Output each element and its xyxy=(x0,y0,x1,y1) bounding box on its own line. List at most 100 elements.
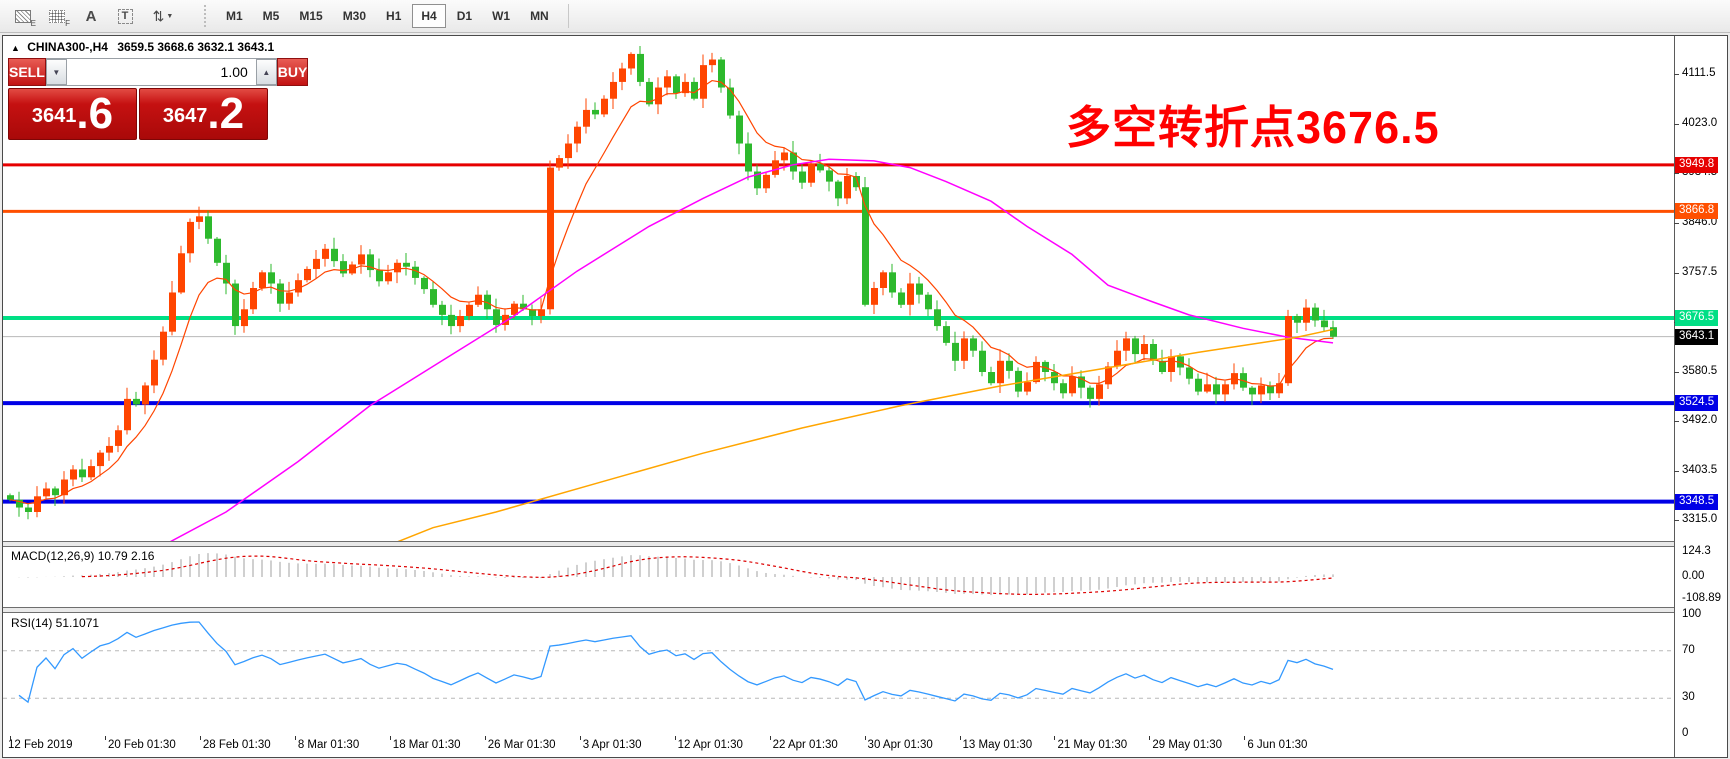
toolbar-separator xyxy=(567,4,569,28)
timeframe-button-m1[interactable]: M1 xyxy=(217,4,252,28)
symbol-name: CHINA300-,H4 xyxy=(27,40,108,54)
date-tick-label: 28 Feb 01:30 xyxy=(202,739,271,751)
date-tick-mark xyxy=(769,736,771,740)
icon-sub-label: E xyxy=(30,19,36,28)
mid-ma-line xyxy=(170,158,1334,541)
symbol-header: ▲ CHINA300-,H4 3659.5 3668.6 3632.1 3643… xyxy=(11,40,274,54)
one-click-collapse-icon[interactable]: ▲ xyxy=(11,43,20,53)
date-tick-mark xyxy=(674,736,676,740)
buy-price-main: 3647 xyxy=(162,105,208,127)
date-tick-label: 21 May 01:30 xyxy=(1057,739,1128,751)
price-tick-label: 4111.5 xyxy=(1682,67,1716,80)
macd-panel-canvas[interactable] xyxy=(3,547,1674,607)
label-a-tool-icon[interactable]: A xyxy=(78,5,104,27)
rsi-indicator-label: RSI(14) 51.1071 xyxy=(11,616,100,630)
level-price-label: 3949.8 xyxy=(1675,156,1719,173)
sell-price-box[interactable]: 3641 .6 xyxy=(8,88,137,140)
buy-price-pip: .2 xyxy=(207,89,245,138)
macd-indicator-label: MACD(12,26,9) 10.79 2.16 xyxy=(11,549,155,563)
timeframe-button-w1[interactable]: W1 xyxy=(483,4,519,28)
current-price-label: 3643.1 xyxy=(1675,328,1719,345)
date-tick-mark xyxy=(294,736,296,740)
date-tick-mark xyxy=(1149,736,1151,740)
timeframe-button-mn[interactable]: MN xyxy=(521,4,558,28)
price-tick-label: 4023.0 xyxy=(1682,116,1718,129)
buy-price-box[interactable]: 3647 .2 xyxy=(139,88,268,140)
price-tick-label: 3934.5 xyxy=(1682,166,1718,179)
rsi-axis-label: 0 xyxy=(1682,727,1689,739)
grid-pattern-f-icon[interactable]: F xyxy=(44,5,70,28)
date-tick-mark xyxy=(199,736,201,740)
date-tick-mark xyxy=(484,736,486,740)
rsi-axis-label: 100 xyxy=(1682,608,1702,620)
date-tick-label: 20 Feb 01:30 xyxy=(107,739,176,751)
date-tick-mark xyxy=(864,736,866,740)
chart-pattern-e-icon[interactable]: E xyxy=(10,5,36,28)
date-tick-label: 3 Apr 01:30 xyxy=(582,739,642,751)
one-click-trading-panel: SELL ▼ ▲ BUY 3641 .6 3647 .2 xyxy=(8,58,309,140)
sell-button[interactable]: SELL xyxy=(8,58,46,86)
timeframe-button-group: M1 M5 M15 M30 H1 H4 D1 W1 MN xyxy=(217,4,560,28)
toolbar-grip[interactable] xyxy=(204,5,209,27)
icon-sub-label: F xyxy=(65,19,70,28)
price-tick-label: 3846.0 xyxy=(1682,216,1718,229)
date-tick-label: 26 Mar 01:30 xyxy=(487,739,556,751)
volume-decrease-button[interactable]: ▼ xyxy=(45,59,67,85)
level-price-label: 3676.5 xyxy=(1675,309,1719,326)
price-tick-label: 3669.0 xyxy=(1682,315,1718,328)
top-toolbar: E F A T ⇅ ▼ M1 M5 M15 M30 H1 H4 D1 W1 MN xyxy=(0,0,1730,33)
rsi-line xyxy=(18,621,1334,704)
timeframe-button-m15[interactable]: M15 xyxy=(290,4,331,28)
date-tick-label: 30 Apr 01:30 xyxy=(867,739,933,751)
macd-axis-label: 124.3 xyxy=(1682,545,1711,558)
price-tick-label: 3315.0 xyxy=(1682,513,1718,526)
timeframe-button-m5[interactable]: M5 xyxy=(254,4,289,28)
date-tick-label: 12 Apr 01:30 xyxy=(677,739,743,751)
level-price-label: 3348.5 xyxy=(1675,493,1719,510)
date-tick-label: 12 Feb 2019 xyxy=(8,739,73,751)
arrows-dropdown-icon[interactable]: ⇅ ▼ xyxy=(146,5,180,27)
date-tick-mark xyxy=(579,736,581,740)
rsi-axis-label: 70 xyxy=(1682,643,1695,656)
timeframe-button-d1[interactable]: D1 xyxy=(448,4,481,28)
up-down-arrows-icon: ⇅ xyxy=(152,7,165,24)
level-price-label: 3866.8 xyxy=(1675,203,1719,220)
date-tick-label: 18 Mar 01:30 xyxy=(392,739,461,751)
volume-input[interactable] xyxy=(66,59,256,85)
volume-increase-button[interactable]: ▲ xyxy=(255,59,277,85)
date-tick-label: 6 Jun 01:30 xyxy=(1247,739,1308,751)
macd-axis-label: 0.00 xyxy=(1682,570,1705,582)
rsi-panel-canvas[interactable] xyxy=(3,613,1674,736)
date-tick-mark xyxy=(389,736,391,740)
text-t-tool-icon[interactable]: T xyxy=(112,5,138,27)
chart-annotation-text: 多空转折点3676.5 xyxy=(1066,102,1440,153)
date-tick-mark xyxy=(1054,736,1056,740)
buy-button[interactable]: BUY xyxy=(276,58,309,86)
date-tick-label: 8 Mar 01:30 xyxy=(297,739,360,751)
timeframe-button-h4[interactable]: H4 xyxy=(412,4,446,28)
ohlc-readout: 3659.5 3668.6 3632.1 3643.1 xyxy=(117,40,275,54)
price-tick-label: 3492.0 xyxy=(1682,414,1718,427)
dropdown-caret-icon: ▼ xyxy=(166,12,174,20)
sell-price-pip: .6 xyxy=(76,89,114,138)
timeframe-button-h1[interactable]: H1 xyxy=(377,4,410,28)
date-tick-label: 22 Apr 01:30 xyxy=(772,739,838,751)
rsi-axis-label: 30 xyxy=(1682,691,1695,704)
sell-price-main: 3641 xyxy=(31,105,77,127)
time-axis[interactable]: 12 Feb 2019 20 Feb 01:30 28 Feb 01:30 8 Mar… xyxy=(3,736,1674,757)
t-glyph: T xyxy=(117,8,133,24)
date-tick-mark xyxy=(1244,736,1246,740)
price-tick-label: 3403.5 xyxy=(1682,463,1718,476)
price-tick-label: 3757.5 xyxy=(1682,265,1718,278)
date-tick-label: 13 May 01:30 xyxy=(962,739,1033,751)
price-tick-label: 3580.5 xyxy=(1682,364,1718,377)
chart-window: 4111.5 4023.0 3934.5 3846.0 3757.5 3669.0 3580… xyxy=(2,35,1728,758)
date-tick-mark xyxy=(959,736,961,740)
macd-signal-line xyxy=(81,555,1334,596)
date-tick-label: 29 May 01:30 xyxy=(1152,739,1223,751)
timeframe-button-m30[interactable]: M30 xyxy=(334,4,375,28)
date-tick-mark xyxy=(104,736,106,740)
hatch-glyph xyxy=(15,9,31,23)
price-axis-border xyxy=(1674,36,1675,757)
dots-glyph xyxy=(49,9,65,23)
